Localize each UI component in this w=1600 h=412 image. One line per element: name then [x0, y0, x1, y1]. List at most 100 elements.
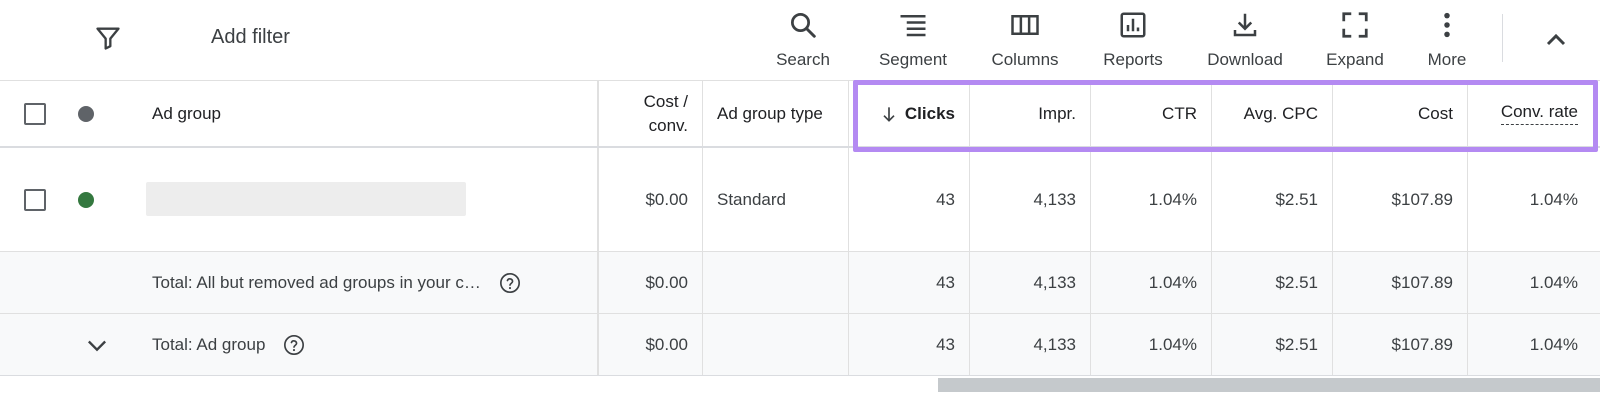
- header-conv-rate[interactable]: Conv. rate: [1467, 81, 1600, 146]
- header-cost-conv-line1: Cost /: [643, 91, 688, 111]
- status-header-dot: [78, 105, 94, 122]
- value-impr: 4,133: [1033, 189, 1076, 209]
- help-icon[interactable]: [283, 334, 305, 356]
- header-cost-conv-line2: conv.: [648, 115, 688, 135]
- add-filter-button[interactable]: Add filter: [211, 26, 290, 49]
- cell-avg-cpc: $2.51: [1211, 148, 1332, 251]
- cell-conv-rate: 1.04%: [1467, 314, 1600, 375]
- header-avg-cpc[interactable]: Avg. CPC: [1211, 81, 1332, 146]
- value-ctr: 1.04%: [1148, 334, 1197, 354]
- more-button[interactable]: More: [1397, 8, 1497, 72]
- cell-impr: 4,133: [969, 252, 1090, 313]
- value-ad-group-type: Standard: [717, 189, 786, 209]
- total-ad-group-label-cell: Total: Ad group: [152, 314, 592, 375]
- cell-ad-group-type: [702, 314, 848, 375]
- header-cost-label: Cost: [1418, 103, 1453, 123]
- chevron-up-icon[interactable]: [1540, 24, 1572, 56]
- cell-cost: $107.89: [1332, 252, 1467, 313]
- toolbar: Add filter Search Segment Columns Report…: [0, 0, 1600, 80]
- select-all-checkbox[interactable]: [24, 102, 46, 125]
- search-label: Search: [776, 50, 830, 69]
- header-ad-group-label: Ad group: [152, 103, 221, 123]
- table-header-row: Ad group Cost / conv. Ad group type Clic…: [0, 80, 1600, 148]
- header-ad-group-type[interactable]: Ad group type: [702, 81, 848, 146]
- value-clicks: 43: [936, 189, 955, 209]
- cell-ctr: 1.04%: [1090, 252, 1211, 313]
- cell-clicks: 43: [848, 148, 969, 251]
- segment-icon: [900, 15, 926, 37]
- header-status-cell: [78, 81, 118, 146]
- more-vert-icon: [1444, 12, 1450, 38]
- value-clicks: 43: [936, 272, 955, 292]
- cell-ad-group-type: [702, 252, 848, 313]
- row-checkbox[interactable]: [24, 188, 46, 211]
- header-conv-rate-label: Conv. rate: [1500, 102, 1578, 125]
- download-button[interactable]: Download: [1195, 8, 1295, 72]
- cell-conv-rate: 1.04%: [1467, 148, 1600, 251]
- download-icon: [1233, 13, 1257, 37]
- value-conv-rate: 1.04%: [1529, 189, 1578, 209]
- cell-cost: $107.89: [1332, 148, 1467, 251]
- cell-conv-rate: 1.04%: [1467, 252, 1600, 313]
- row-status-cell: [78, 148, 118, 251]
- cell-ctr: 1.04%: [1090, 314, 1211, 375]
- reports-icon: [1120, 12, 1146, 38]
- expand-label: Expand: [1326, 50, 1384, 69]
- search-icon: [791, 13, 816, 38]
- segment-label: Segment: [878, 50, 948, 69]
- toolbar-divider: [1502, 14, 1503, 62]
- reports-label: Reports: [1103, 50, 1163, 69]
- cell-ctr: 1.04%: [1090, 148, 1211, 251]
- columns-button[interactable]: Columns: [975, 8, 1075, 72]
- cell-impr: 4,133: [969, 148, 1090, 251]
- value-impr: 4,133: [1033, 272, 1076, 292]
- value-avg-cpc: $2.51: [1275, 189, 1318, 209]
- value-ctr: 1.04%: [1148, 272, 1197, 292]
- value-cost-conv: $0.00: [645, 189, 688, 209]
- cell-cost-conv: $0.00: [597, 314, 702, 375]
- total-row-all-but-removed: Total: All but removed ad groups in your…: [0, 252, 1600, 314]
- expand-button[interactable]: Expand: [1305, 8, 1405, 72]
- cell-cost: $107.89: [1332, 314, 1467, 375]
- filter-icon[interactable]: [94, 24, 122, 52]
- arrow-down-icon: [883, 106, 895, 122]
- value-cost-conv: $0.00: [645, 272, 688, 292]
- header-ctr[interactable]: CTR: [1090, 81, 1211, 146]
- cell-cost-conv: $0.00: [597, 252, 702, 313]
- value-cost: $107.89: [1391, 334, 1453, 354]
- header-impr-label: Impr.: [1038, 103, 1076, 123]
- cell-clicks: 43: [848, 314, 969, 375]
- value-clicks: 43: [936, 334, 955, 354]
- header-cost-conv[interactable]: Cost / conv.: [597, 81, 702, 146]
- header-cost[interactable]: Cost: [1332, 81, 1467, 146]
- header-ad-group[interactable]: Ad group: [152, 81, 592, 146]
- cell-avg-cpc: $2.51: [1211, 252, 1332, 313]
- value-ctr: 1.04%: [1148, 189, 1197, 209]
- cell-clicks: 43: [848, 252, 969, 313]
- search-button[interactable]: Search: [753, 8, 853, 72]
- header-ctr-label: CTR: [1162, 103, 1197, 123]
- cell-impr: 4,133: [969, 314, 1090, 375]
- header-clicks[interactable]: Clicks: [848, 81, 969, 146]
- total-row-ad-group: Total: Ad group $0.00 43 4,133 1.04% $2.…: [0, 314, 1600, 376]
- value-cost: $107.89: [1391, 189, 1453, 209]
- columns-label: Columns: [991, 50, 1059, 69]
- value-avg-cpc: $2.51: [1275, 334, 1318, 354]
- value-cost: $107.89: [1391, 272, 1453, 292]
- row-checkbox-cell: [24, 148, 64, 251]
- header-impr[interactable]: Impr.: [969, 81, 1090, 146]
- help-icon[interactable]: [499, 272, 521, 294]
- columns-icon: [1011, 15, 1039, 35]
- status-enabled-dot[interactable]: [78, 191, 94, 208]
- segment-button[interactable]: Segment: [863, 8, 963, 72]
- horizontal-scrollbar[interactable]: [938, 378, 1600, 392]
- total-ad-group-label: Total: Ad group: [152, 334, 266, 354]
- reports-button[interactable]: Reports: [1083, 8, 1183, 72]
- table-row[interactable]: $0.00 Standard 43 4,133 1.04% $2.51 $107…: [0, 148, 1600, 252]
- value-impr: 4,133: [1033, 334, 1076, 354]
- header-clicks-label: Clicks: [904, 103, 955, 123]
- redacted-ad-group-name[interactable]: [146, 182, 466, 216]
- chevron-down-icon[interactable]: [83, 331, 111, 359]
- value-cost-conv: $0.00: [645, 334, 688, 354]
- value-conv-rate: 1.04%: [1529, 334, 1578, 354]
